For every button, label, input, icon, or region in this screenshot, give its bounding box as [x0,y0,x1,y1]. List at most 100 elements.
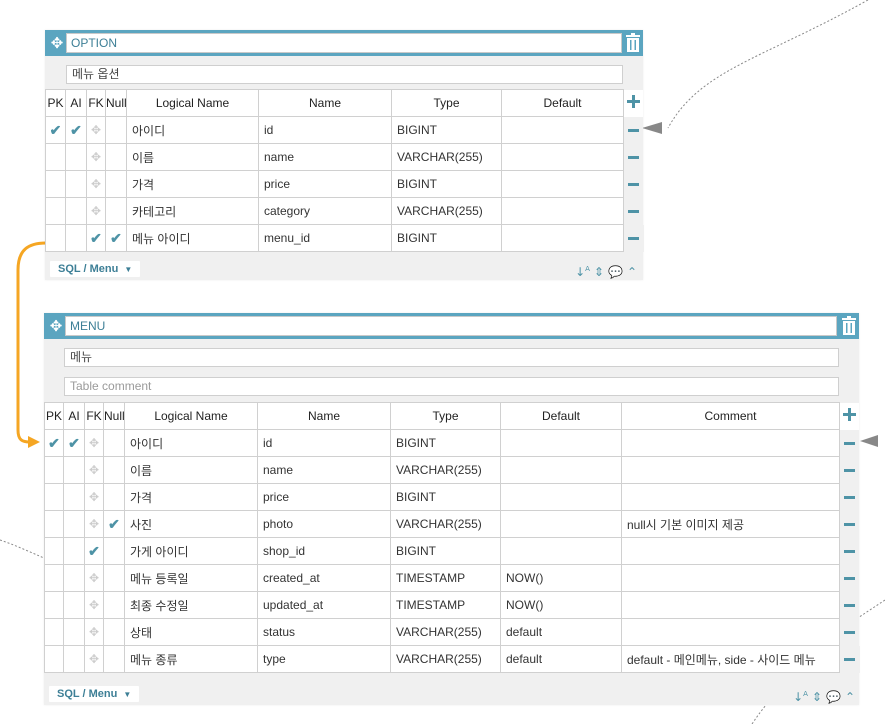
cell-fk[interactable]: ✥ [84,510,104,538]
cell-default[interactable] [500,429,622,457]
cell-null[interactable] [103,645,125,673]
cell-fk[interactable]: ✥ [86,143,106,171]
cell-null[interactable] [105,116,127,144]
cell-name[interactable]: shop_id [257,537,391,565]
cell-default[interactable]: NOW() [500,564,622,592]
cell-type[interactable]: VARCHAR(255) [390,510,501,538]
cell-default[interactable]: default [500,645,622,673]
db-select[interactable]: SQL / Menu ▼ [49,686,140,702]
cell-comment[interactable] [621,456,840,484]
cell-pk[interactable] [45,197,66,225]
table-comment-input[interactable]: 메뉴 옵션 [66,65,623,84]
remove-column-button[interactable] [839,483,860,511]
cell-logical-name[interactable]: 아이디 [124,429,258,457]
cell-null[interactable] [103,564,125,592]
cell-null[interactable] [103,483,125,511]
cell-logical-name[interactable]: 이름 [124,456,258,484]
remove-column-button[interactable] [839,510,860,538]
cell-type[interactable]: VARCHAR(255) [390,645,501,673]
cell-type[interactable]: BIGINT [390,537,501,565]
cell-default[interactable] [501,197,624,225]
cell-comment[interactable]: null시 기본 이미지 제공 [621,510,840,538]
cell-name[interactable]: status [257,618,391,646]
cell-default[interactable] [500,483,622,511]
cell-logical-name[interactable]: 사진 [124,510,258,538]
cell-fk[interactable]: ✥ [84,564,104,592]
table-comment-placeholder[interactable]: Table comment [64,377,839,396]
cell-logical-name[interactable]: 최종 수정일 [124,591,258,619]
cell-ai[interactable] [63,591,85,619]
cell-logical-name[interactable]: 메뉴 등록일 [124,564,258,592]
add-column-button[interactable] [623,89,644,117]
comment-icon[interactable]: 💬 [608,265,623,279]
cell-name[interactable]: photo [257,510,391,538]
cell-pk[interactable] [45,143,66,171]
cell-null[interactable] [105,170,127,198]
cell-type[interactable]: VARCHAR(255) [391,143,502,171]
cell-comment[interactable] [621,564,840,592]
move-icon[interactable]: ✥ [48,34,66,52]
cell-type[interactable]: VARCHAR(255) [391,197,502,225]
cell-fk[interactable]: ✥ [84,456,104,484]
trash-icon[interactable] [623,32,643,54]
cell-name[interactable]: price [257,483,391,511]
cell-name[interactable]: id [257,429,391,457]
remove-column-button[interactable] [839,456,860,484]
cell-name[interactable]: type [257,645,391,673]
cell-pk[interactable]: ✔ [44,429,64,457]
remove-column-button[interactable] [623,170,644,198]
cell-default[interactable] [500,537,622,565]
cell-null[interactable] [103,618,125,646]
remove-column-button[interactable] [623,116,644,144]
cell-fk[interactable]: ✥ [84,483,104,511]
cell-fk[interactable]: ✥ [84,618,104,646]
cell-type[interactable]: TIMESTAMP [390,564,501,592]
chevron-up-icon[interactable]: ⌃ [627,265,637,279]
cell-comment[interactable] [621,618,840,646]
cell-name[interactable]: updated_at [257,591,391,619]
cell-comment[interactable]: default - 메인메뉴, side - 사이드 메뉴 [621,645,840,673]
cell-fk[interactable]: ✥ [86,116,106,144]
remove-column-button[interactable] [623,224,644,252]
cell-ai[interactable] [65,143,87,171]
cell-logical-name[interactable]: 이름 [126,143,259,171]
db-select[interactable]: SQL / Menu ▼ [50,261,141,277]
cell-default[interactable] [501,116,624,144]
cell-default[interactable]: default [500,618,622,646]
remove-column-button[interactable] [839,537,860,565]
cell-ai[interactable] [63,456,85,484]
remove-column-button[interactable] [623,143,644,171]
cell-ai[interactable] [63,645,85,673]
cell-pk[interactable] [44,483,64,511]
cell-fk[interactable]: ✥ [84,429,104,457]
cell-type[interactable]: TIMESTAMP [390,591,501,619]
cell-logical-name[interactable]: 가게 아이디 [124,537,258,565]
remove-column-button[interactable] [839,564,860,592]
chevron-up-icon[interactable]: ⌃ [845,690,855,704]
cell-type[interactable]: BIGINT [391,116,502,144]
cell-name[interactable]: name [257,456,391,484]
table-name-input[interactable]: MENU [65,316,837,336]
cell-pk[interactable] [45,224,66,252]
cell-fk[interactable]: ✥ [84,645,104,673]
table-option[interactable]: ✥ OPTION 메뉴 옵션 PK AI FK Null Logical Nam… [45,30,644,280]
cell-fk[interactable]: ✥ [86,197,106,225]
cell-ai[interactable] [63,510,85,538]
cell-logical-name[interactable]: 메뉴 아이디 [126,224,259,252]
add-column-button[interactable] [839,402,860,430]
updown-icon[interactable]: ⇕ [594,265,604,279]
remove-column-button[interactable] [839,429,860,457]
updown-icon[interactable]: ⇕ [812,690,822,704]
cell-type[interactable]: BIGINT [390,483,501,511]
cell-name[interactable]: menu_id [258,224,392,252]
cell-pk[interactable] [44,645,64,673]
cell-default[interactable] [501,224,624,252]
cell-comment[interactable] [621,483,840,511]
cell-pk[interactable] [44,564,64,592]
cell-null[interactable] [105,197,127,225]
cell-type[interactable]: BIGINT [390,429,501,457]
cell-pk[interactable]: ✔ [45,116,66,144]
cell-type[interactable]: BIGINT [391,224,502,252]
cell-ai[interactable] [65,224,87,252]
cell-ai[interactable] [63,537,85,565]
